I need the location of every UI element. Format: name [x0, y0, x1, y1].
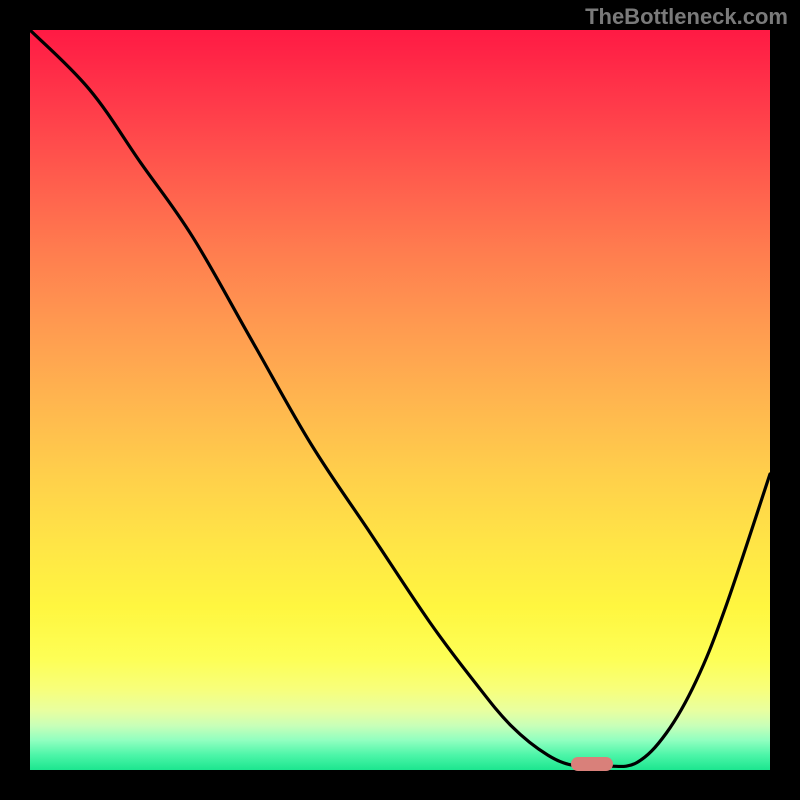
chart-curve-svg [30, 30, 770, 770]
watermark-text: TheBottleneck.com [585, 4, 788, 30]
chart-plot-area [30, 30, 770, 770]
bottleneck-curve-line [30, 30, 770, 767]
optimal-point-marker [571, 757, 613, 771]
